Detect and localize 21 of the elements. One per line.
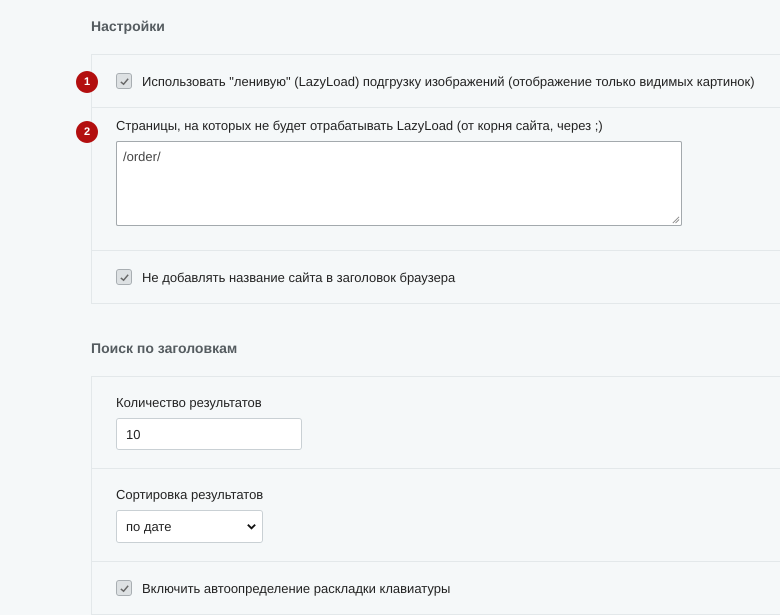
resize-grip-icon[interactable] (671, 215, 680, 224)
checkbox-label: Включить автоопределение раскладки клавиатуры (142, 580, 450, 596)
field-label: Количество результатов (116, 395, 263, 411)
number-badge: 1 (76, 71, 98, 93)
check-icon (118, 272, 130, 282)
checkbox-label: Не добавлять название сайта в заголовок браузера (142, 270, 456, 284)
select-dropdown[interactable]: по дате (116, 510, 263, 543)
input-field[interactable]: 10 (116, 418, 302, 450)
section-heading: Настройки (91, 18, 166, 36)
field-label: Страницы, на которых не будет отрабатывать LazyLoad (от корня сайта, через ;) (116, 118, 604, 134)
section-heading: Поиск по заголовкам (91, 340, 238, 358)
checkbox[interactable] (116, 269, 132, 285)
check-icon (118, 76, 130, 86)
field-label: Сортировка результатов (116, 487, 264, 503)
checkbox[interactable] (116, 580, 132, 596)
check-icon (118, 582, 130, 594)
number-badge: 2 (76, 121, 98, 143)
checkbox[interactable] (116, 73, 132, 89)
textarea-field[interactable]: /order/ (116, 141, 682, 226)
checkbox-label: Использовать "ленивую" (LazyLoad) подгрузку изображений (отображение только видимых картинок) (142, 74, 755, 88)
chevron-down-icon (246, 521, 257, 532)
